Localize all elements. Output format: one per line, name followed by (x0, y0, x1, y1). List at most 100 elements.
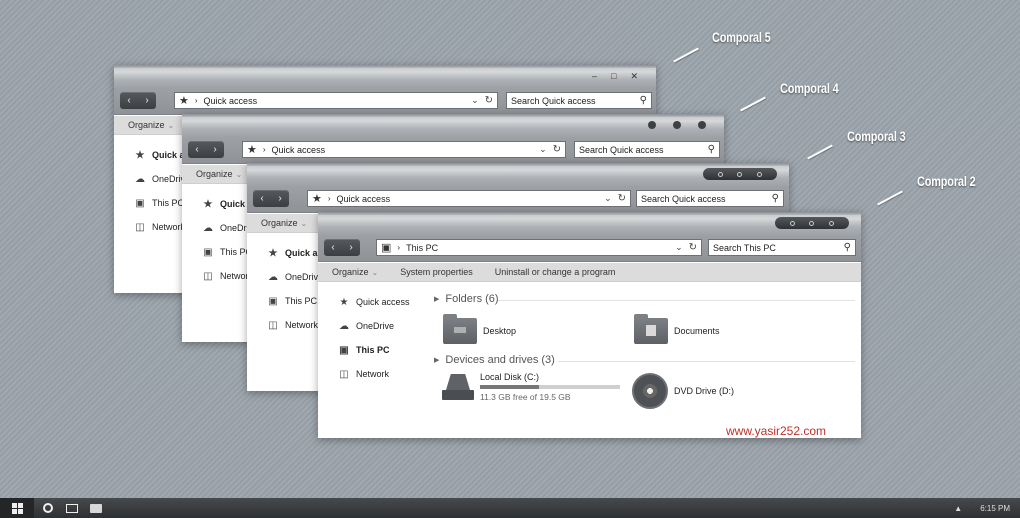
back-icon[interactable]: ‹ (331, 242, 334, 253)
search-placeholder: Search Quick access (641, 193, 726, 204)
minimize-icon[interactable]: – (592, 71, 597, 82)
navigation-pane: ★ Quick access ☁ OneDrive ▣ This PC ◫ Networ… (336, 290, 446, 386)
nav-item-this-pc[interactable]: ▣ This PC (336, 338, 446, 362)
maximize-icon[interactable] (809, 220, 815, 226)
label-pointer-line (877, 190, 903, 206)
title-bar[interactable]: ‹ › ★ › Quick access ⌄ ↻ Search Quick ac… (247, 163, 789, 213)
label-pointer-line (807, 144, 833, 160)
chevron-down-icon[interactable]: ⌄ (604, 193, 612, 204)
search-circle-icon[interactable] (36, 498, 60, 518)
refresh-icon[interactable]: ↻ (618, 193, 626, 204)
network-icon: ◫ (268, 319, 278, 331)
cloud-icon: ☁ (339, 320, 349, 332)
forward-icon[interactable]: › (213, 144, 216, 155)
section-divider (558, 361, 855, 362)
maximize-icon[interactable] (673, 121, 681, 129)
back-icon[interactable]: ‹ (260, 193, 263, 204)
close-icon[interactable] (698, 121, 706, 129)
title-bar[interactable]: – □ ✕ ‹ › ★ › Quick access ⌄ ↻ Search Qu… (114, 65, 656, 115)
collapse-triangle-icon: ▶ (434, 357, 440, 364)
chevron-down-icon[interactable]: ⌄ (539, 144, 547, 155)
organize-button[interactable]: Organize ⌄ (261, 218, 307, 228)
close-icon[interactable] (756, 171, 762, 177)
theme-label-comporal-3: Comporal 3 (847, 128, 906, 144)
drive-dvd[interactable]: DVD Drive (D:) (632, 373, 734, 409)
network-icon: ◫ (203, 270, 213, 282)
monitor-icon: ▣ (381, 242, 392, 254)
window-controls (648, 121, 706, 129)
monitor-icon: ▣ (339, 344, 349, 356)
system-properties-button[interactable]: System properties (400, 267, 473, 277)
nav-item-network[interactable]: ◫ Network (336, 362, 446, 386)
search-placeholder: Search Quick access (511, 95, 596, 106)
close-icon[interactable]: ✕ (630, 71, 638, 82)
minimize-icon[interactable] (648, 121, 656, 129)
window-controls: – □ ✕ (592, 71, 638, 82)
network-icon: ◫ (135, 221, 145, 233)
search-box[interactable]: Search This PC ⚲ (708, 239, 856, 256)
explorer-window-comporal-2: ‹ › ▣ › This PC ⌄ ↻ Search This PC ⚲ Org… (318, 212, 861, 438)
start-button[interactable] (0, 498, 34, 518)
organize-button[interactable]: Organize ⌄ (128, 120, 174, 130)
address-text: This PC (406, 242, 439, 253)
search-icon[interactable]: ⚲ (708, 144, 715, 155)
network-icon: ◫ (339, 368, 349, 380)
label-pointer-line (673, 47, 699, 63)
forward-icon[interactable]: › (349, 242, 352, 253)
address-bar[interactable]: ★ › Quick access ⌄ ↻ (242, 141, 566, 158)
address-text: Quick access (271, 144, 326, 155)
minimize-icon[interactable] (718, 171, 724, 177)
cloud-icon: ☁ (135, 173, 145, 185)
address-bar[interactable]: ★ › Quick access ⌄ ↻ (307, 190, 631, 207)
search-icon[interactable]: ⚲ (772, 193, 779, 204)
star-icon: ★ (247, 144, 257, 156)
search-box[interactable]: Search Quick access ⚲ (574, 141, 720, 158)
devices-section-header[interactable]: ▶ Devices and drives (3) (434, 354, 555, 366)
organize-button[interactable]: Organize ⌄ (332, 267, 378, 277)
forward-icon[interactable]: › (145, 95, 148, 106)
drive-local-disk[interactable]: Local Disk (C:) 11.3 GB free of 19.5 GB (440, 372, 620, 404)
star-icon: ★ (268, 247, 278, 259)
forward-icon[interactable]: › (278, 193, 281, 204)
search-icon[interactable]: ⚲ (844, 242, 851, 253)
search-box[interactable]: Search Quick access ⚲ (506, 92, 652, 109)
organize-button[interactable]: Organize ⌄ (196, 169, 242, 179)
section-divider (498, 300, 855, 301)
back-icon[interactable]: ‹ (195, 144, 198, 155)
refresh-icon[interactable]: ↻ (485, 95, 493, 106)
dvd-disc-icon (632, 373, 668, 409)
refresh-icon[interactable]: ↻ (553, 144, 561, 155)
title-bar[interactable]: ‹ › ★ › Quick access ⌄ ↻ Search Quick ac… (182, 114, 724, 164)
chevron-down-icon[interactable]: ⌄ (471, 95, 479, 106)
address-bar[interactable]: ▣ › This PC ⌄ ↻ (376, 239, 702, 256)
file-explorer-icon[interactable] (84, 498, 108, 518)
nav-item-quick-access[interactable]: ★ Quick access (336, 290, 446, 314)
search-box[interactable]: Search Quick access ⚲ (636, 190, 784, 207)
maximize-icon[interactable] (737, 171, 743, 177)
refresh-icon[interactable]: ↻ (689, 242, 697, 253)
address-text: Quick access (203, 95, 258, 106)
monitor-icon: ▣ (135, 197, 145, 209)
nav-buttons: ‹ › (253, 190, 289, 207)
monitor-icon: ▣ (203, 246, 213, 258)
maximize-icon[interactable]: □ (611, 71, 616, 82)
folders-section-header[interactable]: ▶ Folders (6) (434, 293, 499, 305)
tray-clock[interactable]: 6:15 PM (980, 504, 1010, 513)
uninstall-program-button[interactable]: Uninstall or change a program (495, 267, 616, 277)
close-icon[interactable] (828, 220, 834, 226)
title-bar[interactable]: ‹ › ▣ › This PC ⌄ ↻ Search This PC ⚲ (318, 212, 861, 262)
folder-desktop[interactable]: Desktop (443, 314, 516, 344)
folder-documents[interactable]: Documents (634, 314, 720, 344)
star-icon: ★ (312, 193, 322, 205)
chevron-up-icon[interactable]: ▲ (954, 504, 962, 513)
command-bar: Organize ⌄ System properties Uninstall or… (318, 263, 861, 282)
nav-item-onedrive[interactable]: ☁ OneDrive (336, 314, 446, 338)
nav-buttons: ‹ › (188, 141, 224, 158)
address-bar[interactable]: ★ › Quick access ⌄ ↻ (174, 92, 498, 109)
back-icon[interactable]: ‹ (127, 95, 130, 106)
minimize-icon[interactable] (790, 220, 796, 226)
star-icon: ★ (179, 95, 189, 107)
task-view-icon[interactable] (60, 498, 84, 518)
chevron-down-icon[interactable]: ⌄ (675, 242, 683, 253)
search-icon[interactable]: ⚲ (640, 95, 647, 106)
